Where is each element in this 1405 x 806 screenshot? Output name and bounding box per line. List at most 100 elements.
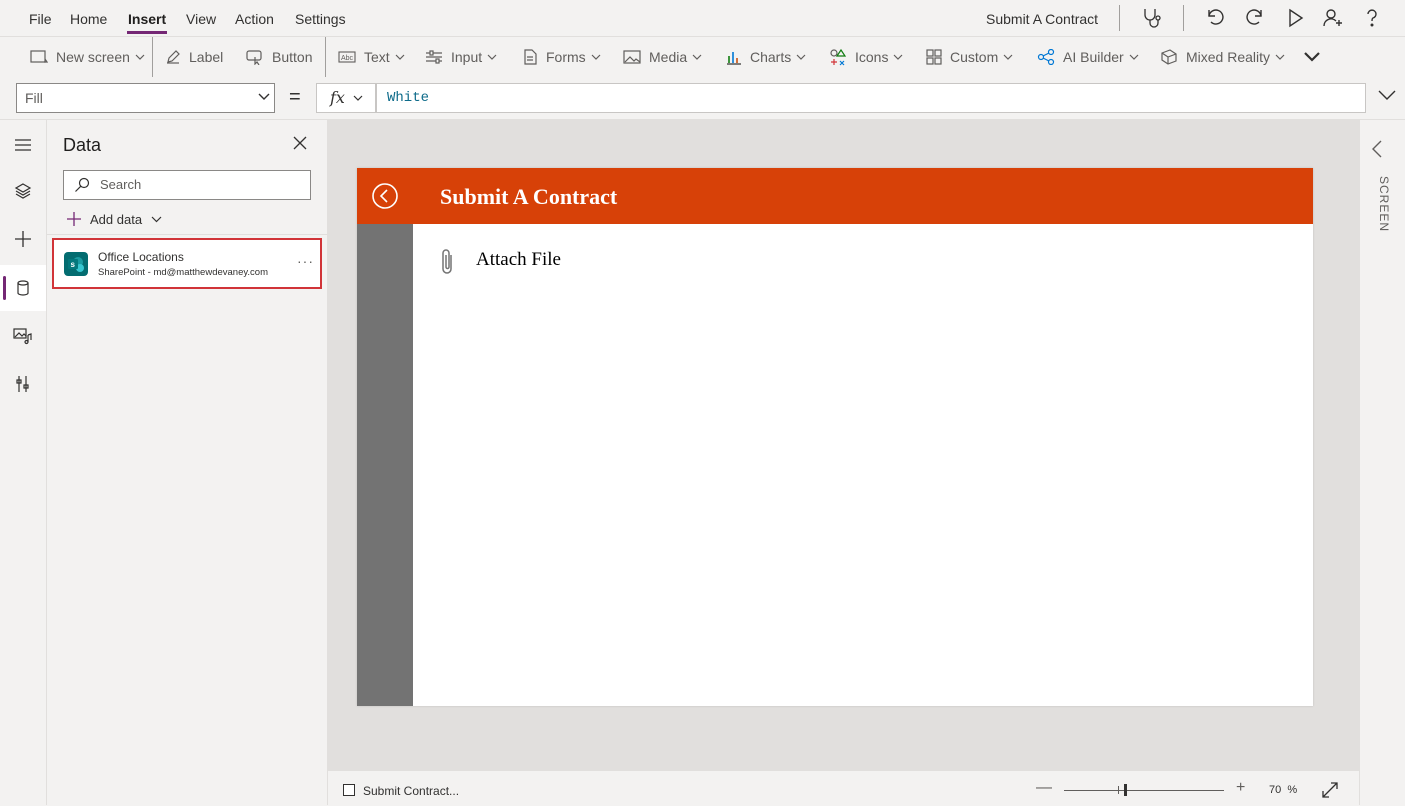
insert-button[interactable] bbox=[0, 216, 46, 262]
screen-panel-label[interactable]: SCREEN bbox=[1377, 176, 1391, 232]
input-dropdown[interactable]: Input bbox=[425, 37, 497, 77]
svg-text:Abc: Abc bbox=[341, 55, 354, 62]
panel-title: Data bbox=[63, 135, 102, 155]
help-icon[interactable] bbox=[1360, 6, 1384, 30]
ai-builder-dropdown-label: AI Builder bbox=[1063, 49, 1124, 65]
user-add-icon[interactable] bbox=[1321, 6, 1345, 30]
properties-panel-collapsed: SCREEN bbox=[1359, 120, 1405, 805]
ai-builder-dropdown[interactable]: AI Builder bbox=[1037, 37, 1139, 77]
menu-settings[interactable]: Settings bbox=[295, 11, 346, 27]
charts-dropdown-label: Charts bbox=[750, 49, 792, 65]
menu-insert[interactable]: Insert bbox=[128, 11, 166, 27]
media-dropdown[interactable]: Media bbox=[623, 37, 702, 77]
formula-input[interactable]: White bbox=[376, 83, 1366, 113]
chevron-down-icon bbox=[1003, 54, 1013, 60]
panel-divider bbox=[47, 234, 327, 235]
property-dropdown[interactable]: Fill bbox=[16, 83, 275, 113]
forms-icon bbox=[524, 49, 537, 65]
button-button[interactable]: Button bbox=[246, 37, 312, 77]
zoom-slider-tick bbox=[1118, 786, 1119, 794]
ribbon: New screen Label Button Abc Text Input F… bbox=[0, 36, 1405, 78]
hamburger-menu-button[interactable] bbox=[0, 122, 46, 168]
redo-icon[interactable] bbox=[1243, 6, 1267, 30]
button-icon bbox=[246, 50, 262, 65]
divider bbox=[1119, 5, 1120, 31]
attach-file-label[interactable]: Attach File bbox=[476, 249, 561, 271]
data-source-item[interactable]: s Office Locations SharePoint - md@matth… bbox=[52, 238, 322, 289]
app-screen[interactable]: Submit A Contract Attach File bbox=[357, 168, 1313, 706]
forms-dropdown[interactable]: Forms bbox=[522, 37, 601, 77]
media-button[interactable] bbox=[0, 313, 46, 359]
chevron-down-icon bbox=[487, 54, 497, 60]
svg-text:s: s bbox=[71, 260, 76, 269]
bar-chart-icon bbox=[727, 52, 741, 65]
data-source-name: Office Locations bbox=[98, 250, 184, 264]
zoom-slider-track[interactable] bbox=[1064, 790, 1224, 791]
fit-to-window-icon[interactable] bbox=[1322, 782, 1338, 798]
divider bbox=[1183, 5, 1184, 31]
screen-checkbox[interactable] bbox=[343, 784, 355, 796]
icons-dropdown[interactable]: Icons bbox=[829, 37, 903, 77]
undo-icon[interactable] bbox=[1203, 6, 1227, 30]
chevron-down-icon bbox=[692, 54, 702, 60]
more-options-icon[interactable]: ··· bbox=[297, 253, 314, 269]
custom-dropdown-label: Custom bbox=[950, 49, 999, 65]
data-button[interactable] bbox=[0, 265, 46, 311]
custom-component-icon bbox=[926, 49, 942, 65]
fx-button[interactable]: fx bbox=[316, 83, 376, 113]
menu-home[interactable]: Home bbox=[70, 11, 107, 27]
paperclip-icon[interactable] bbox=[440, 248, 456, 276]
charts-dropdown[interactable]: Charts bbox=[726, 37, 806, 77]
mixed-reality-dropdown[interactable]: Mixed Reality bbox=[1160, 37, 1285, 77]
menu-file[interactable]: File bbox=[29, 11, 52, 27]
text-dropdown[interactable]: Abc Text bbox=[338, 37, 405, 77]
close-icon[interactable] bbox=[293, 136, 307, 150]
chevron-down-icon bbox=[353, 95, 363, 101]
advanced-tools-button[interactable] bbox=[0, 361, 46, 407]
search-box[interactable] bbox=[63, 170, 311, 200]
screen-name[interactable]: Submit Contract... bbox=[363, 784, 459, 798]
label-button[interactable]: Label bbox=[165, 37, 223, 77]
zoom-slider-thumb[interactable] bbox=[1124, 784, 1127, 796]
chevron-left-icon[interactable] bbox=[1371, 140, 1383, 158]
chevron-down-icon bbox=[151, 216, 162, 222]
button-button-label: Button bbox=[272, 49, 313, 65]
icons-dropdown-label: Icons bbox=[855, 49, 889, 65]
mixed-reality-dropdown-label: Mixed Reality bbox=[1186, 49, 1271, 65]
zoom-out-button[interactable]: — bbox=[1036, 779, 1052, 797]
new-screen-icon bbox=[30, 50, 48, 63]
search-input[interactable] bbox=[100, 177, 300, 192]
chevron-down-icon bbox=[591, 54, 601, 60]
menu-bar: File Home Insert View Action Settings Su… bbox=[0, 0, 1405, 36]
play-icon[interactable] bbox=[1283, 6, 1307, 30]
input-icon bbox=[426, 50, 442, 64]
sharepoint-icon: s bbox=[64, 252, 88, 276]
equals-sign: = bbox=[289, 86, 301, 108]
tree-view-button[interactable] bbox=[0, 168, 46, 214]
menu-action[interactable]: Action bbox=[235, 11, 274, 27]
plus-icon bbox=[67, 212, 81, 226]
stethoscope-icon[interactable] bbox=[1140, 6, 1164, 30]
chevron-down-icon bbox=[1304, 52, 1320, 62]
new-screen-button[interactable]: New screen bbox=[30, 37, 145, 77]
custom-dropdown[interactable]: Custom bbox=[926, 37, 1013, 77]
forms-dropdown-label: Forms bbox=[546, 49, 586, 65]
status-bar: Submit Contract... — + 70 % bbox=[328, 770, 1359, 806]
hamburger-icon bbox=[15, 139, 31, 151]
tools-icon bbox=[16, 376, 29, 392]
layers-icon bbox=[14, 183, 32, 199]
screen-title: Submit A Contract bbox=[440, 184, 618, 209]
expand-formula-icon[interactable] bbox=[1378, 90, 1396, 100]
ai-builder-icon bbox=[1037, 49, 1055, 65]
label-icon bbox=[167, 50, 180, 64]
ribbon-divider bbox=[152, 37, 153, 77]
ribbon-overflow-button[interactable] bbox=[1303, 37, 1329, 77]
zoom-in-button[interactable]: + bbox=[1236, 779, 1245, 797]
menu-view[interactable]: View bbox=[186, 11, 216, 27]
screen-sidebar bbox=[357, 224, 413, 706]
back-arrow-icon[interactable] bbox=[371, 182, 399, 210]
input-dropdown-label: Input bbox=[451, 49, 483, 65]
text-icon: Abc bbox=[338, 51, 356, 63]
shapes-icon bbox=[830, 48, 847, 66]
add-data-button[interactable]: Add data bbox=[67, 208, 162, 230]
